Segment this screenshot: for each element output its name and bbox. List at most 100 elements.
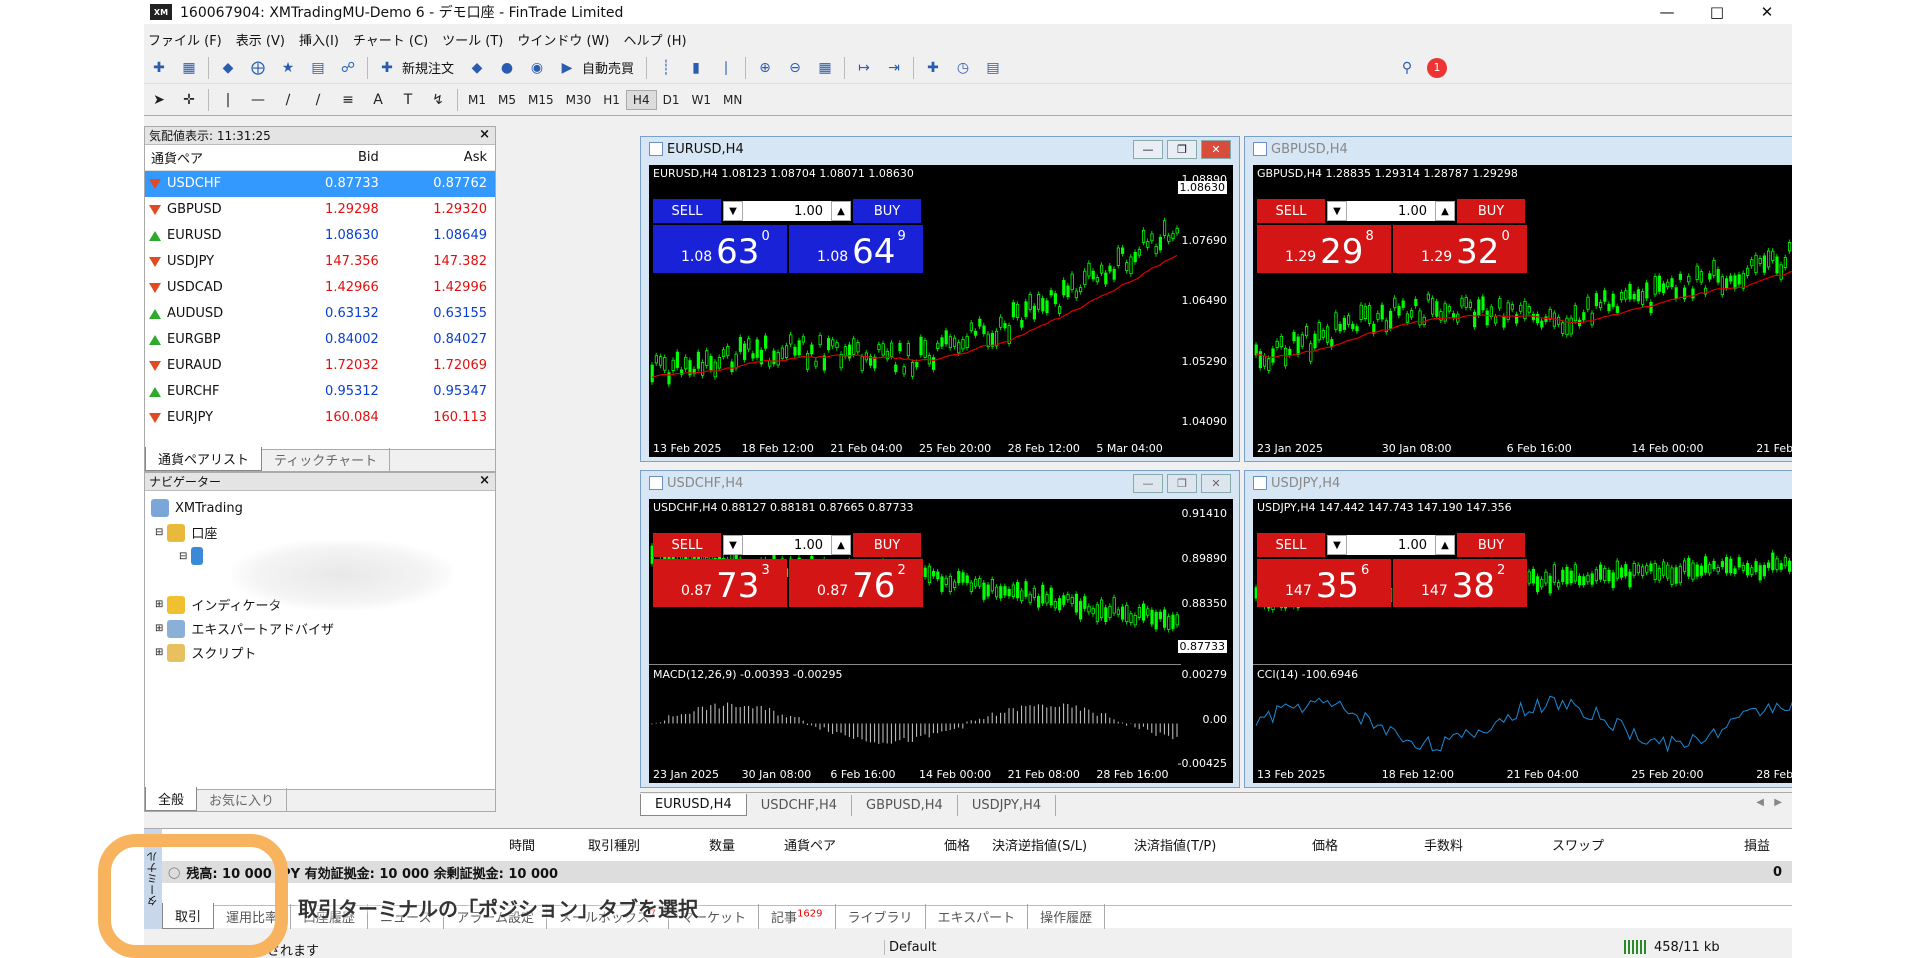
- tester-icon[interactable]: ☍: [336, 56, 360, 80]
- lot-increase-icon[interactable]: ▲: [1435, 201, 1455, 221]
- th-volume[interactable]: 数量: [709, 835, 735, 854]
- th-price[interactable]: 価格: [944, 835, 970, 854]
- new-order-icon[interactable]: ✚: [375, 56, 399, 80]
- expand-icon[interactable]: ⊞: [155, 647, 163, 658]
- chart-tab-eurusd[interactable]: EURUSD,H4: [640, 794, 747, 816]
- sell-button[interactable]: SELL: [1257, 533, 1325, 557]
- market-watch-row[interactable]: USDCAD 1.42966 1.42996: [145, 275, 495, 301]
- chart-window-titlebar[interactable]: EURUSD,H4 — ❐ ✕: [641, 137, 1239, 161]
- nav-expert-advisors[interactable]: ⊞ エキスパートアドバイザ: [155, 619, 334, 638]
- col-bid[interactable]: Bid: [278, 145, 387, 171]
- chart-window-usdchf[interactable]: USDCHF,H4 — ❐ ✕ USDCHF,H4 0.88127 0.8818…: [640, 470, 1240, 788]
- auto-trade-icon[interactable]: ▶: [555, 56, 579, 80]
- sell-price[interactable]: 1.08 63 0: [653, 225, 787, 273]
- chart-tab-usdchf[interactable]: USDCHF,H4: [747, 795, 853, 816]
- data-window-icon[interactable]: ⨁: [246, 56, 270, 80]
- th-commission[interactable]: 手数料: [1424, 835, 1463, 854]
- timeframe-h4[interactable]: H4: [625, 89, 657, 110]
- market-watch-row[interactable]: EURAUD 1.72032 1.72069: [145, 353, 495, 379]
- signals-icon[interactable]: ●: [495, 56, 519, 80]
- equidistant-channel-icon[interactable]: ∕: [306, 88, 330, 112]
- auto-trade-button[interactable]: 自動売買: [582, 58, 634, 77]
- market-watch-row[interactable]: GBPUSD 1.29298 1.29320: [145, 197, 495, 223]
- buy-price[interactable]: 1.08 64 9: [789, 225, 923, 273]
- sell-button[interactable]: SELL: [653, 533, 721, 557]
- balance-row[interactable]: ◯ 残高: 10 000 JPY 有効証拠金: 10 000 余剰証拠金: 10…: [162, 861, 1792, 883]
- lot-size-input[interactable]: ▼ 1.00 ▲: [1327, 201, 1455, 221]
- terminal-tab-articles[interactable]: 記事1629: [759, 904, 836, 929]
- horizontal-line-icon[interactable]: —: [246, 88, 270, 112]
- timeframe-w1[interactable]: W1: [685, 91, 717, 109]
- timeframe-m30[interactable]: M30: [560, 91, 598, 109]
- templates-icon[interactable]: ▤: [981, 56, 1005, 80]
- lot-size-input[interactable]: ▼ 1.00 ▲: [723, 535, 851, 555]
- timeframe-h1[interactable]: H1: [597, 91, 626, 109]
- chart-window-eurusd[interactable]: EURUSD,H4 — ❐ ✕ EURUSD,H4 1.08123 1.0870…: [640, 136, 1240, 462]
- menu-window[interactable]: ウインドウ (W): [517, 30, 609, 49]
- navigator-icon[interactable]: ★: [276, 56, 300, 80]
- expand-icon[interactable]: ⊞: [155, 599, 163, 610]
- chart-window-titlebar[interactable]: USDJPY,H4 — ❐ ✕: [1245, 471, 1792, 495]
- indicators-icon[interactable]: ✚: [921, 56, 945, 80]
- chart-window-usdjpy[interactable]: USDJPY,H4 — ❐ ✕ USDJPY,H4 147.442 147.74…: [1244, 470, 1792, 788]
- market-icon[interactable]: ◉: [525, 56, 549, 80]
- close-icon[interactable]: ✕: [1744, 0, 1790, 24]
- menu-tools[interactable]: ツール (T): [442, 30, 503, 49]
- buy-button[interactable]: BUY: [853, 533, 921, 557]
- scroll-left-icon[interactable]: ◀: [1756, 797, 1764, 808]
- menu-view[interactable]: 表示 (V): [236, 30, 285, 49]
- buy-price[interactable]: 1.29 32 0: [1393, 225, 1527, 273]
- tab-tick-chart[interactable]: ティックチャート: [262, 448, 391, 471]
- market-watch-row[interactable]: EURCHF 0.95312 0.95347: [145, 379, 495, 405]
- price-chart[interactable]: USDCHF,H4 0.88127 0.88181 0.87665 0.8773…: [649, 499, 1233, 783]
- sell-price[interactable]: 1.29 29 8: [1257, 225, 1391, 273]
- close-icon[interactable]: ✕: [1201, 474, 1231, 493]
- chart-window-titlebar[interactable]: GBPUSD,H4 — ❐ ✕: [1245, 137, 1792, 161]
- price-chart[interactable]: USDJPY,H4 147.442 147.743 147.190 147.35…: [1253, 499, 1792, 783]
- market-watch-row[interactable]: AUDUSD 0.63132 0.63155: [145, 301, 495, 327]
- terminal-tab-journal[interactable]: 操作履歴: [1028, 904, 1106, 929]
- minimize-icon[interactable]: —: [1133, 140, 1163, 159]
- buy-button[interactable]: BUY: [1457, 199, 1525, 223]
- zoom-in-icon[interactable]: ⊕: [753, 56, 777, 80]
- th-time[interactable]: 時間: [509, 835, 535, 854]
- vertical-line-icon[interactable]: |: [216, 88, 240, 112]
- timeframe-mn[interactable]: MN: [717, 91, 748, 109]
- minimize-icon[interactable]: —: [1644, 0, 1690, 24]
- th-price2[interactable]: 価格: [1312, 835, 1338, 854]
- close-panel-icon[interactable]: ×: [479, 473, 490, 488]
- text-icon[interactable]: A: [366, 88, 390, 112]
- close-panel-icon[interactable]: ×: [479, 127, 490, 142]
- lot-dropdown-icon[interactable]: ▼: [1327, 201, 1347, 221]
- arrows-icon[interactable]: ↯: [426, 88, 450, 112]
- lot-size-input[interactable]: ▼ 1.00 ▲: [1327, 535, 1455, 555]
- timeframe-d1[interactable]: D1: [657, 91, 686, 109]
- maximize-icon[interactable]: □: [1694, 0, 1740, 24]
- profiles-icon[interactable]: ▦: [177, 56, 201, 80]
- menu-chart[interactable]: チャート (C): [353, 30, 428, 49]
- sell-price[interactable]: 147 35 6: [1257, 559, 1391, 607]
- sell-price[interactable]: 0.87 73 3: [653, 559, 787, 607]
- nav-xmtrading[interactable]: XMTrading: [151, 499, 243, 517]
- notification-badge[interactable]: 1: [1427, 57, 1447, 78]
- trendline-icon[interactable]: ∕: [276, 88, 300, 112]
- autoscroll-icon[interactable]: ↦: [852, 56, 876, 80]
- expand-icon[interactable]: ⊞: [155, 623, 163, 634]
- buy-price[interactable]: 0.87 76 2: [789, 559, 923, 607]
- nav-scripts[interactable]: ⊞ スクリプト: [155, 643, 256, 662]
- th-swap[interactable]: スワップ: [1552, 835, 1604, 854]
- market-watch-icon[interactable]: ◆: [216, 56, 240, 80]
- crosshair-icon[interactable]: ✛: [177, 88, 201, 112]
- price-chart[interactable]: EURUSD,H4 1.08123 1.08704 1.08071 1.0863…: [649, 165, 1233, 457]
- th-type[interactable]: 取引種別: [588, 835, 640, 854]
- buy-price[interactable]: 147 38 2: [1393, 559, 1527, 607]
- search-icon[interactable]: ⚲: [1395, 56, 1419, 80]
- terminal-icon[interactable]: ▤: [306, 56, 330, 80]
- timeframe-m15[interactable]: M15: [522, 91, 560, 109]
- timeframe-m5[interactable]: M5: [492, 91, 522, 109]
- lot-increase-icon[interactable]: ▲: [831, 201, 851, 221]
- text-label-icon[interactable]: T: [396, 88, 420, 112]
- col-symbol[interactable]: 通貨ペア: [145, 145, 279, 171]
- lot-increase-icon[interactable]: ▲: [1435, 535, 1455, 555]
- bar-chart-icon[interactable]: ┊: [654, 56, 678, 80]
